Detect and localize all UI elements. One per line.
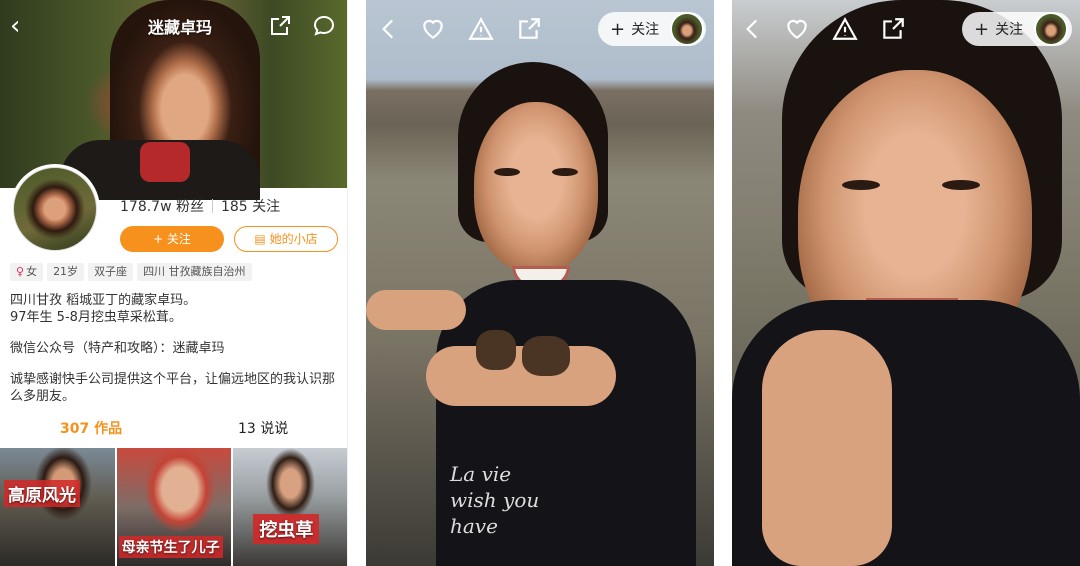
works-tabs: 307 作品 13 说说 [0, 412, 347, 442]
shop-icon: ▤ [254, 232, 270, 246]
work-thumbnail[interactable]: 母亲节生了儿子 [116, 448, 232, 566]
female-icon: ♀ [16, 265, 25, 278]
tab-says[interactable]: 13 说说 [238, 418, 288, 438]
profile-top-bar: ‹ 迷藏卓玛 [0, 0, 347, 52]
work-thumbnail[interactable]: 高原风光 [0, 448, 115, 566]
share-icon[interactable] [880, 16, 906, 42]
page-title: 迷藏卓玛 [147, 18, 212, 37]
cordyceps [522, 336, 570, 376]
thumbnail-caption: 高原风光 [4, 480, 80, 507]
hand [366, 290, 466, 330]
back-icon[interactable] [740, 16, 766, 42]
back-icon[interactable] [376, 16, 402, 42]
share-icon[interactable] [516, 16, 542, 42]
video-top-bar: + 关注 [366, 0, 714, 58]
followers-count[interactable]: 178.7w 粉丝 [120, 196, 204, 216]
shop-button[interactable]: ▤ 她的小店 [234, 226, 338, 252]
bio-line: 四川甘孜 稻城亚丁的藏家卓玛。 [10, 293, 197, 308]
bio-wechat: 微信公众号（特产和攻略）：迷藏卓玛 [10, 341, 225, 356]
plus-icon: + [610, 18, 626, 40]
back-icon[interactable]: ‹ [10, 12, 36, 40]
chat-icon[interactable] [312, 14, 336, 38]
shop-button-label: 她的小店 [269, 232, 318, 246]
profile-stats: 178.7w 粉丝 185 关注 [120, 196, 280, 216]
heart-icon[interactable] [420, 16, 446, 42]
hand [762, 330, 892, 566]
video-top-bar: + 关注 [732, 0, 1080, 58]
work-thumbnail[interactable]: 挖虫草 [233, 448, 347, 566]
author-avatar[interactable] [670, 12, 704, 46]
profile-bio: 四川甘孜 稻城亚丁的藏家卓玛。 97年生 5-8月挖虫草采松茸。 微信公众号（特… [10, 292, 340, 405]
video-screen-2: + 关注 [732, 0, 1080, 566]
plus-icon: + [974, 18, 990, 40]
screenshot-collage: ‹ 迷藏卓玛 178.7w 粉丝 185 关注 + 关注 ▤ 她的小店 ♀ 女 2… [0, 0, 1080, 566]
tag-gender: ♀ 女 [10, 263, 44, 281]
cordyceps [476, 330, 516, 370]
thumbnail-caption: 母亲节生了儿子 [118, 536, 223, 558]
warning-icon[interactable] [468, 16, 494, 42]
bio-line: 97年生 5-8月挖虫草采松茸。 [10, 310, 182, 325]
person-face [474, 102, 598, 272]
hand [426, 346, 616, 406]
tag-age: 21岁 [47, 263, 85, 281]
profile-screen: ‹ 迷藏卓玛 178.7w 粉丝 185 关注 + 关注 ▤ 她的小店 ♀ 女 2… [0, 0, 348, 566]
tab-works[interactable]: 307 作品 [60, 418, 122, 438]
heart-icon[interactable] [784, 16, 810, 42]
tag-zodiac: 双子座 [88, 263, 134, 281]
works-grid: 高原风光 母亲节生了儿子 挖虫草 [0, 448, 347, 566]
video-screen-1: La vie wish you have + 关注 [366, 0, 714, 566]
tag-location: 四川 甘孜藏族自治州 [137, 263, 252, 281]
divider [211, 199, 213, 213]
profile-tags: ♀ 女 21岁 双子座 四川 甘孜藏族自治州 [10, 263, 252, 281]
avatar[interactable] [10, 164, 100, 254]
share-icon[interactable] [268, 14, 292, 38]
jacket-print: La vie [450, 462, 512, 486]
thumbnail-caption: 挖虫草 [253, 514, 320, 544]
follow-button[interactable]: + 关注 [120, 226, 224, 252]
warning-icon[interactable] [832, 16, 858, 42]
author-avatar[interactable] [1034, 12, 1068, 46]
bio-thanks: 诚挚感谢快手公司提供这个平台，让偏远地区的我认识那么多朋友。 [10, 372, 336, 404]
jacket-print: have [450, 514, 498, 538]
jacket-print: wish you [450, 488, 540, 512]
following-count[interactable]: 185 关注 [221, 196, 280, 216]
